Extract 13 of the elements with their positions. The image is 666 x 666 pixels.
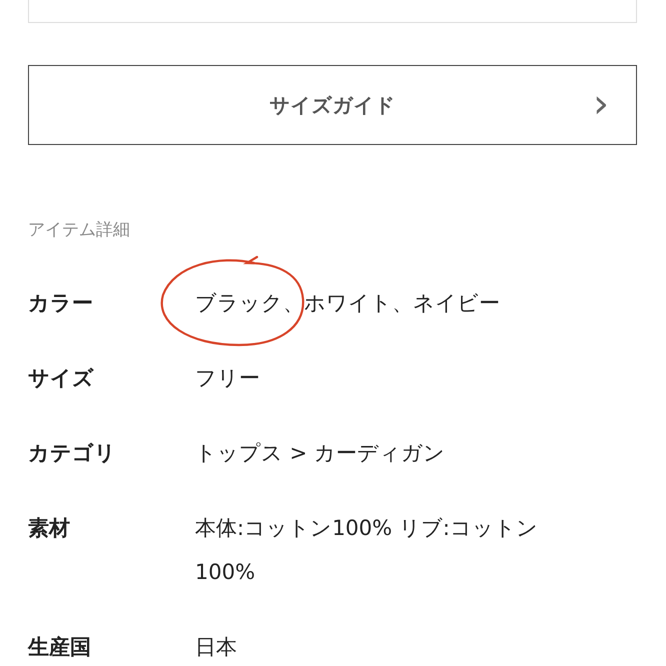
- detail-label: サイズ: [28, 365, 95, 392]
- chevron-icon: ›: [593, 84, 610, 124]
- section-title: アイテム詳細: [28, 219, 131, 241]
- detail-label: カテゴリ: [28, 440, 117, 467]
- detail-label: 生産国: [28, 634, 92, 661]
- detail-value: ブラック、ホワイト、ネイビー: [195, 281, 637, 325]
- detail-value: 日本: [195, 634, 238, 661]
- size-guide-button[interactable]: サイズガイド ›: [28, 65, 637, 145]
- detail-value: トップス > カーディガン: [195, 440, 446, 467]
- detail-value: 本体:コットン100% リブ:コットン100%: [195, 515, 539, 586]
- detail-label: 素材: [28, 515, 71, 542]
- detail-label: カラー: [28, 290, 94, 317]
- detail-value: フリー: [195, 365, 261, 392]
